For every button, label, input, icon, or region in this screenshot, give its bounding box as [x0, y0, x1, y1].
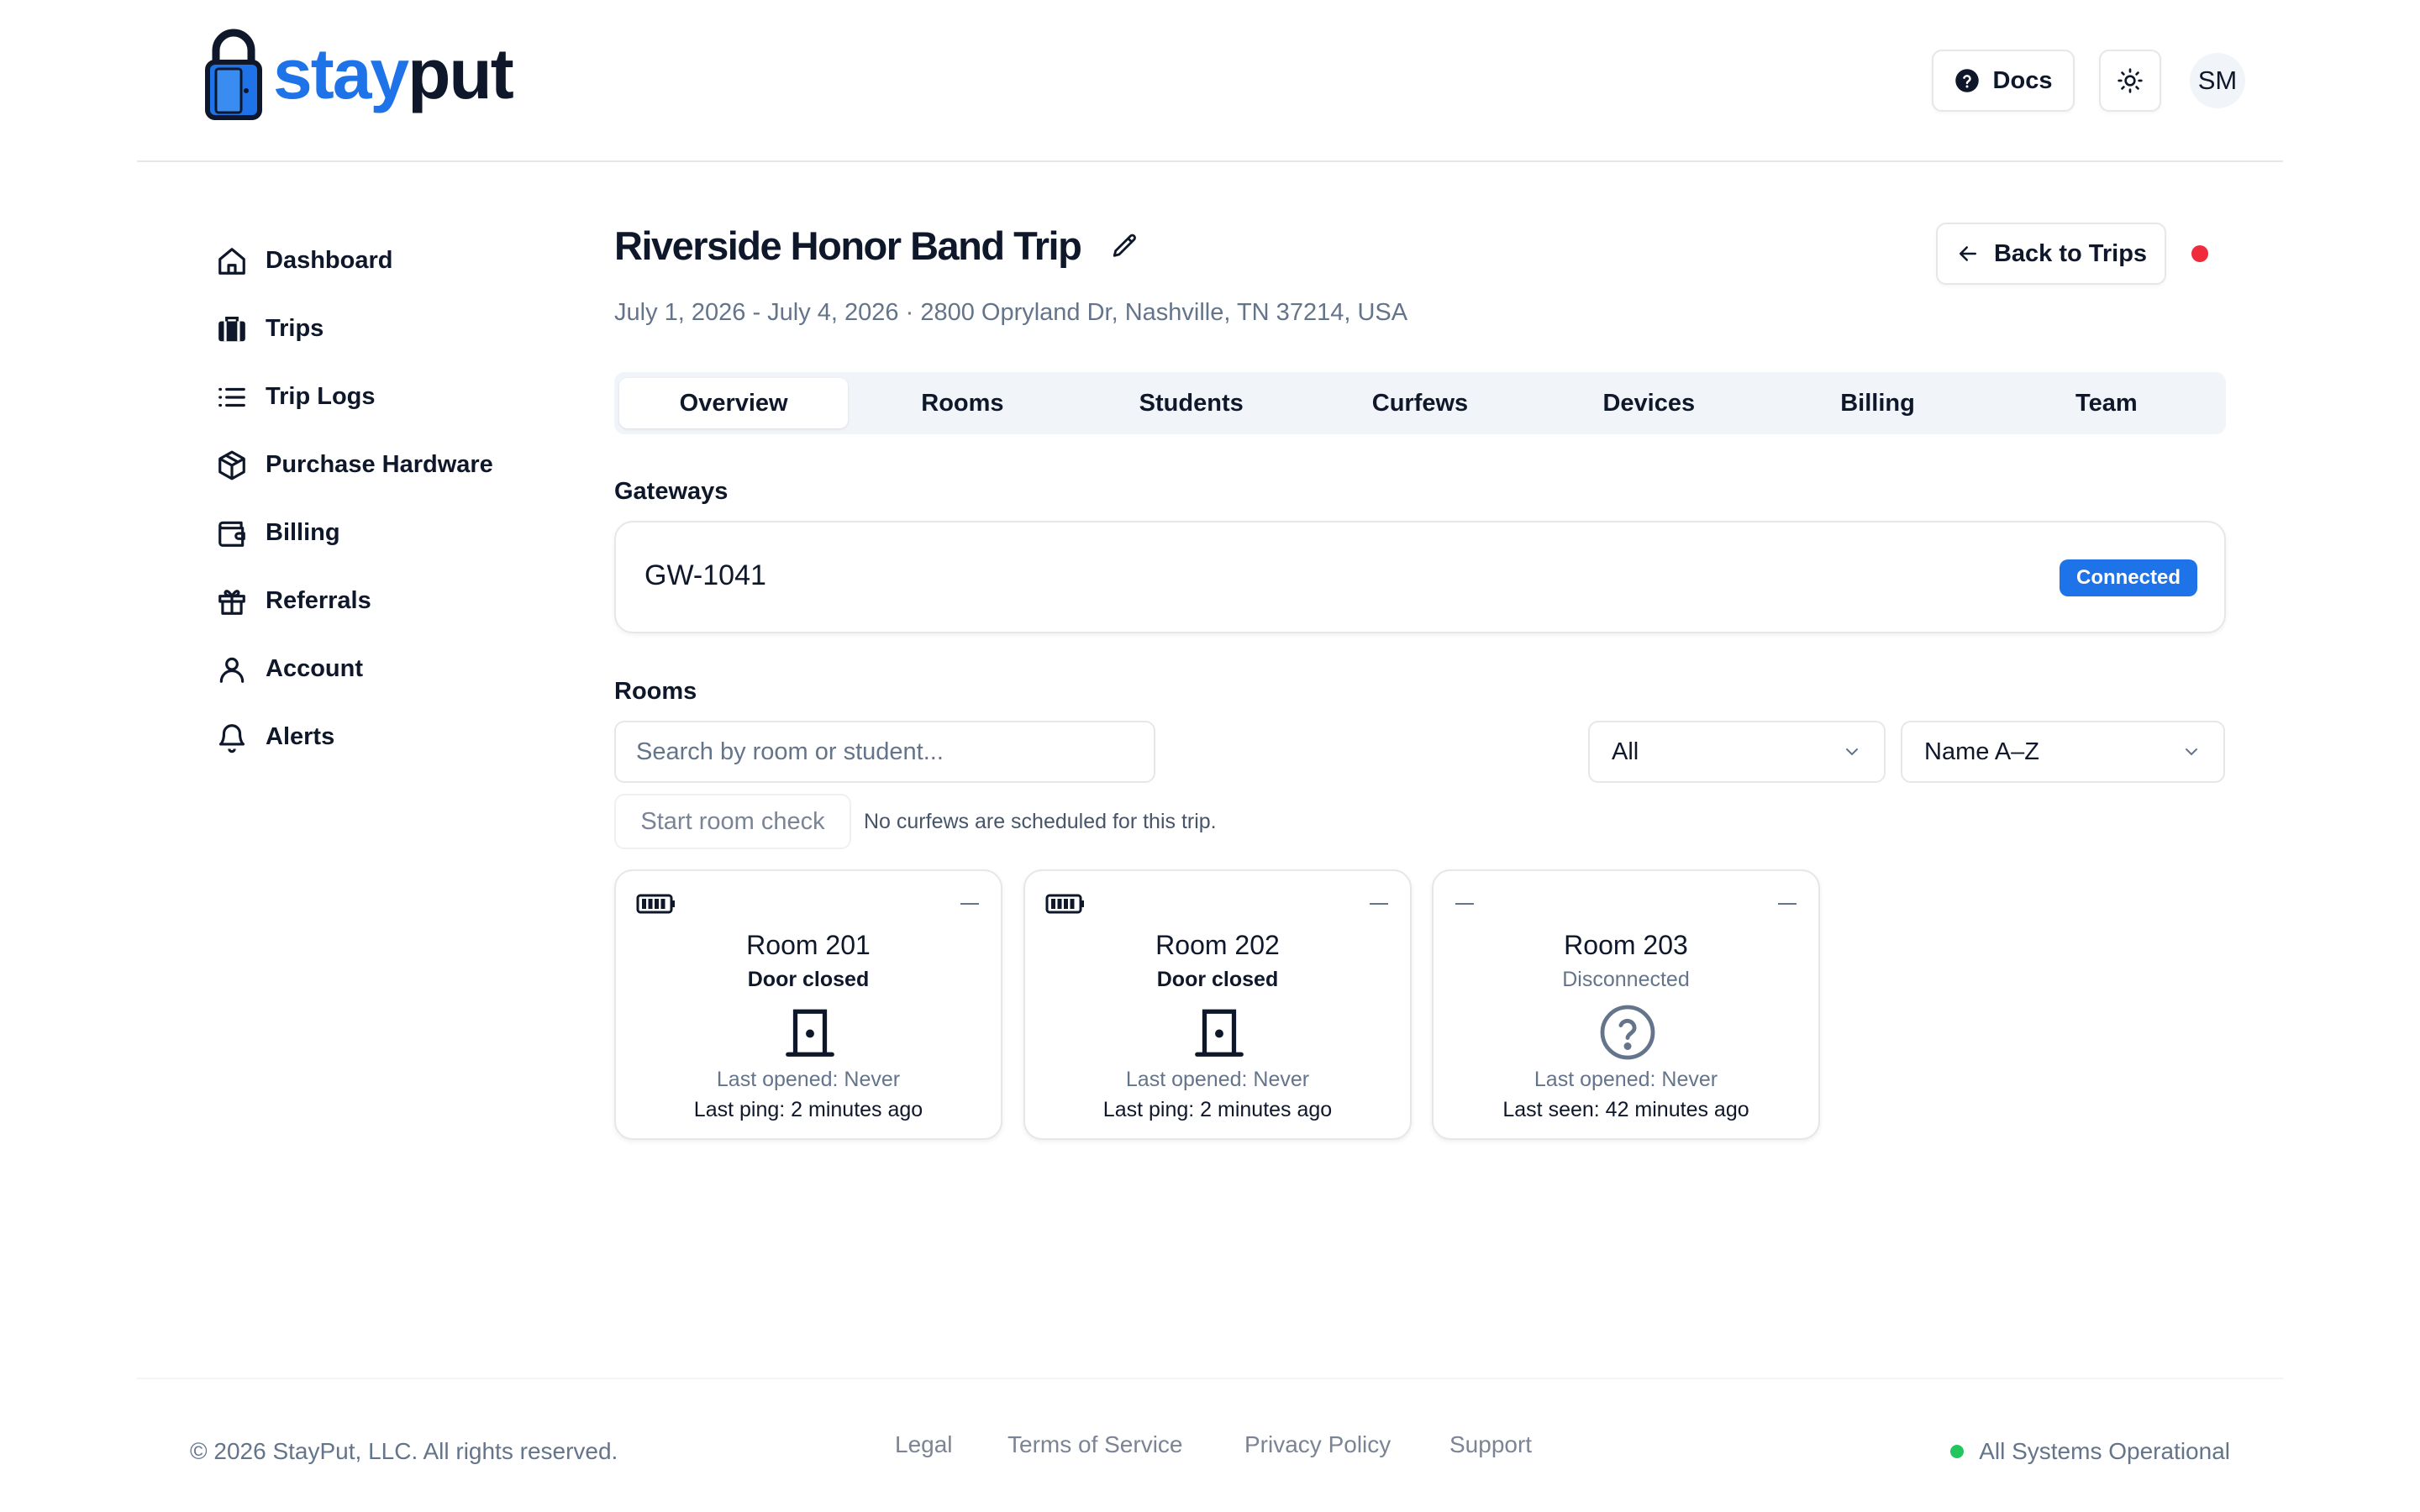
- last-ping: Last ping: 2 minutes ago: [693, 1098, 923, 1121]
- gateway-name: GW-1041: [644, 559, 766, 591]
- sidebar-item-label: Trips: [266, 315, 324, 342]
- back-to-trips-label: Back to Trips: [1993, 239, 2148, 267]
- footer-link-terms[interactable]: Terms of Service: [1007, 1431, 1183, 1458]
- sidebar-item-referrals[interactable]: Referrals: [215, 567, 551, 635]
- wallet-icon: [215, 517, 249, 550]
- docs-button[interactable]: Docs: [1932, 50, 2075, 112]
- sun-icon: [2118, 68, 2143, 93]
- padlock-logo-icon: [205, 29, 262, 120]
- room-search-input[interactable]: [614, 721, 1155, 783]
- sidebar-item-label: Trip Logs: [266, 383, 376, 410]
- room-status: Door closed: [747, 968, 870, 991]
- tab-team[interactable]: Team: [1992, 378, 2221, 428]
- last-opened: Last opened: Never: [716, 1068, 901, 1091]
- footer-link-support[interactable]: Support: [1449, 1431, 1532, 1458]
- tab-rooms[interactable]: Rooms: [848, 378, 1076, 428]
- sidebar-item-dashboard[interactable]: Dashboard: [215, 227, 551, 295]
- system-status[interactable]: All Systems Operational: [1950, 1438, 2230, 1465]
- gateway-card[interactable]: GW-1041 Connected: [614, 521, 2226, 633]
- top-header: stayput Docs SM: [137, 0, 2283, 162]
- sidebar-item-alerts[interactable]: Alerts: [215, 703, 551, 771]
- luggage-icon: [215, 312, 249, 346]
- room-card[interactable]: Room 202 Door closed Last opened: Never …: [1023, 869, 1412, 1140]
- list-icon: [215, 381, 249, 414]
- tab-billing[interactable]: Billing: [1763, 378, 1991, 428]
- theme-toggle-button[interactable]: [2099, 50, 2161, 112]
- docs-label: Docs: [1992, 66, 2053, 94]
- trip-title-row: Riverside Honor Band Trip: [614, 223, 1144, 269]
- brand-wordmark: stayput: [273, 34, 514, 113]
- sidebar-item-label: Dashboard: [266, 247, 393, 274]
- sidebar-item-label: Purchase Hardware: [266, 451, 493, 478]
- user-avatar[interactable]: SM: [2190, 53, 2245, 108]
- full-battery-icon: [636, 894, 675, 914]
- room-card[interactable]: Room 203 Disconnected Last opened: Never…: [1432, 869, 1820, 1140]
- no-battery-dash-icon: [1455, 903, 1474, 905]
- last-opened: Last opened: Never: [1125, 1068, 1310, 1091]
- status-dot: [1950, 1445, 1965, 1458]
- pencil-icon[interactable]: [1111, 229, 1144, 263]
- chevron-down-icon: [1846, 748, 1858, 756]
- sidebar-item-label: Account: [266, 655, 363, 682]
- footer-link-legal[interactable]: Legal: [895, 1431, 953, 1458]
- minus-icon[interactable]: [1778, 903, 1797, 905]
- sidebar-item-account[interactable]: Account: [215, 635, 551, 703]
- gift-icon: [215, 585, 249, 618]
- help-circle-icon: [1954, 69, 1979, 92]
- sidebar-nav: Dashboard Trips Trip Logs Purchase Hardw…: [215, 227, 551, 771]
- room-name: Room 201: [746, 930, 871, 960]
- tab-overview[interactable]: Overview: [619, 378, 849, 428]
- room-status: Door closed: [1156, 968, 1279, 991]
- start-room-check-button[interactable]: Start room check: [614, 794, 851, 849]
- last-opened: Last opened: Never: [1534, 1068, 1718, 1091]
- question-circle-icon: [1597, 1002, 1658, 1063]
- minus-icon[interactable]: [960, 903, 979, 905]
- rooms-heading: Rooms: [614, 678, 697, 705]
- room-card[interactable]: Room 201 Door closed Last opened: Never …: [614, 869, 1002, 1140]
- status-filter-value: All: [1612, 738, 1639, 765]
- user-icon: [215, 653, 249, 686]
- back-to-trips-button[interactable]: Back to Trips: [1936, 223, 2166, 285]
- full-battery-icon: [1045, 894, 1084, 914]
- door-closed-icon: [780, 1002, 840, 1063]
- sidebar-item-trips[interactable]: Trips: [215, 295, 551, 363]
- footer-link-privacy[interactable]: Privacy Policy: [1244, 1431, 1391, 1458]
- home-icon: [215, 244, 249, 278]
- status-badge: Connected: [2059, 559, 2197, 596]
- arrow-left-icon: [1959, 246, 1976, 261]
- sidebar-item-label: Billing: [266, 519, 340, 546]
- sidebar-item-label: Alerts: [266, 723, 335, 750]
- trip-dates-location: July 1, 2026 - July 4, 2026 · 2800 Opryl…: [614, 299, 1408, 326]
- room-name: Room 202: [1155, 930, 1280, 960]
- system-status-label: All Systems Operational: [1979, 1438, 2230, 1464]
- live-status-dot: [2191, 245, 2208, 262]
- door-closed-icon: [1189, 1002, 1249, 1063]
- package-icon: [215, 449, 249, 482]
- copyright-text: © 2026 StayPut, LLC. All rights reserved…: [190, 1438, 618, 1464]
- sidebar-item-purchase-hardware[interactable]: Purchase Hardware: [215, 431, 551, 499]
- page-title: Riverside Honor Band Trip: [614, 223, 1082, 268]
- gateways-heading: Gateways: [614, 478, 729, 505]
- room-status: Disconnected: [1562, 968, 1690, 991]
- footer-divider: [137, 1378, 2283, 1379]
- sort-select[interactable]: Name A–Z: [1901, 721, 2225, 783]
- sort-value: Name A–Z: [1924, 738, 2039, 765]
- tab-devices[interactable]: Devices: [1534, 378, 1763, 428]
- sidebar-item-label: Referrals: [266, 587, 371, 614]
- last-ping: Last ping: 2 minutes ago: [1102, 1098, 1333, 1121]
- curfew-note: No curfews are scheduled for this trip.: [864, 810, 1217, 833]
- last-seen: Last seen: 42 minutes ago: [1502, 1098, 1749, 1121]
- brand-logo[interactable]: stayput: [204, 27, 514, 121]
- minus-icon[interactable]: [1370, 903, 1388, 905]
- trip-tabs: Overview Rooms Students Curfews Devices …: [614, 372, 2226, 434]
- status-filter-select[interactable]: All: [1588, 721, 1886, 783]
- sidebar-item-billing[interactable]: Billing: [215, 499, 551, 567]
- room-name: Room 203: [1564, 930, 1688, 960]
- bell-icon: [215, 721, 249, 754]
- chevron-down-icon: [2186, 748, 2197, 756]
- tab-students[interactable]: Students: [1077, 378, 1306, 428]
- sidebar-item-trip-logs[interactable]: Trip Logs: [215, 363, 551, 431]
- tab-curfews[interactable]: Curfews: [1306, 378, 1534, 428]
